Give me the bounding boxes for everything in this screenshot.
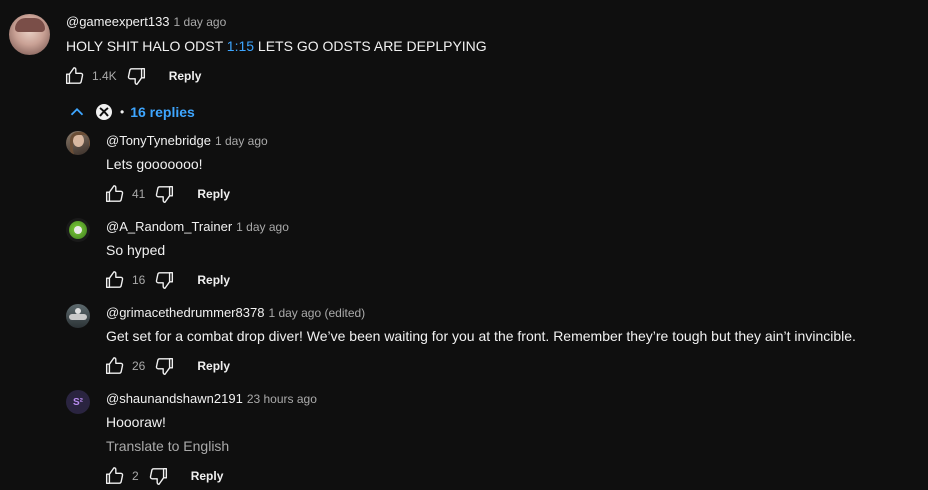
reply-actions: 16 Reply — [102, 268, 230, 292]
like-count: 2 — [132, 469, 139, 483]
thumbs-up-icon — [103, 269, 125, 291]
thumbs-down-icon — [154, 269, 176, 291]
dislike-button[interactable] — [153, 354, 177, 378]
reply-author[interactable]: @A_Random_Trainer — [106, 219, 232, 234]
comment-text-part: LETS GO ODSTS ARE DEPLPYING — [254, 38, 487, 54]
comment-author[interactable]: @gameexpert133 — [66, 14, 170, 29]
thumbs-down-icon — [126, 65, 148, 87]
thumbs-up-icon — [63, 65, 85, 87]
thumbs-up-icon — [103, 465, 125, 487]
like-button[interactable] — [102, 182, 126, 206]
reply-text: Hoooraw! — [106, 414, 166, 430]
avatar-initials: S² — [73, 396, 83, 408]
like-button[interactable] — [102, 268, 126, 292]
like-count: 16 — [132, 273, 146, 287]
thumbs-down-icon — [154, 355, 176, 377]
separator-dot: • — [120, 105, 125, 119]
reply-button[interactable]: Reply — [197, 187, 230, 201]
thumbs-down-icon — [148, 465, 170, 487]
dislike-button[interactable] — [153, 268, 177, 292]
like-count: 1.4K — [92, 69, 117, 83]
thumbs-up-icon — [103, 355, 125, 377]
like-button[interactable] — [62, 64, 86, 88]
like-count: 41 — [132, 187, 146, 201]
reply-text: Lets gooooooo! — [106, 156, 203, 172]
avatar[interactable] — [66, 304, 90, 328]
reply-button[interactable]: Reply — [197, 273, 230, 287]
reply-text: Get set for a combat drop diver! We’ve b… — [106, 328, 856, 344]
reply-actions: 2 Reply — [102, 464, 223, 488]
reply-button[interactable]: Reply — [169, 69, 202, 83]
reply-time[interactable]: 1 day ago — [236, 220, 289, 234]
reply-text: So hyped — [106, 242, 166, 258]
avatar[interactable] — [9, 14, 50, 55]
avatar[interactable]: S² — [66, 390, 90, 414]
comment-actions: 1.4K Reply — [62, 64, 201, 88]
reply-time[interactable]: 23 hours ago — [247, 392, 317, 406]
avatar[interactable] — [66, 131, 90, 155]
timestamp-link[interactable]: 1:15 — [227, 38, 254, 54]
like-button[interactable] — [102, 464, 126, 488]
dislike-button[interactable] — [147, 464, 171, 488]
reply-author[interactable]: @shaunandshawn2191 — [106, 391, 243, 406]
dislike-button[interactable] — [153, 182, 177, 206]
reply-actions: 41 Reply — [102, 182, 230, 206]
reply-author[interactable]: @grimacethedrummer8378 — [106, 305, 264, 320]
thumbs-down-icon — [154, 183, 176, 205]
reply-button[interactable]: Reply — [191, 469, 224, 483]
replies-count[interactable]: 16 replies — [130, 104, 195, 120]
replies-toggle[interactable]: • 16 replies — [66, 101, 195, 123]
reply-button[interactable]: Reply — [197, 359, 230, 373]
translate-link[interactable]: Translate to English — [106, 438, 229, 454]
chevron-up-icon — [70, 107, 84, 116]
xbox-logo-icon — [96, 104, 112, 120]
reply-time[interactable]: 1 day ago — [215, 134, 268, 148]
dislike-button[interactable] — [125, 64, 149, 88]
reply-actions: 26 Reply — [102, 354, 230, 378]
reply-author[interactable]: @TonyTynebridge — [106, 133, 211, 148]
avatar[interactable] — [66, 218, 90, 242]
reply-time[interactable]: 1 day ago (edited) — [268, 306, 365, 320]
like-count: 26 — [132, 359, 146, 373]
thumbs-up-icon — [103, 183, 125, 205]
comment-text: HOLY SHIT HALO ODST 1:15 LETS GO ODSTS A… — [66, 38, 487, 54]
like-button[interactable] — [102, 354, 126, 378]
comment-text-part: HOLY SHIT HALO ODST — [66, 38, 227, 54]
comment-time[interactable]: 1 day ago — [174, 15, 227, 29]
